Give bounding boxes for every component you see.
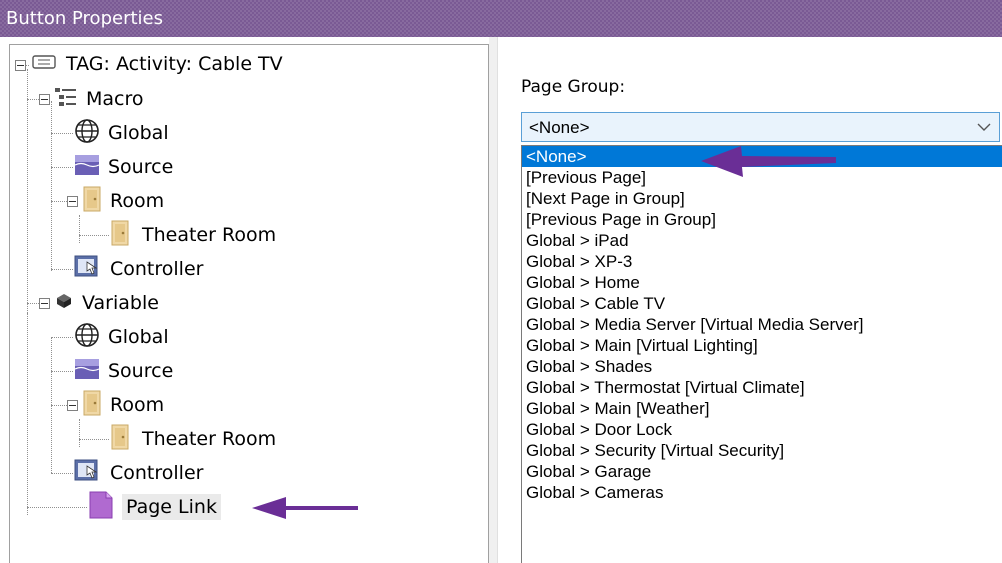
tree-node-label: Global	[108, 122, 169, 144]
tree-node-controller-2[interactable]: Controller	[74, 458, 203, 488]
collapse-toggle-room-2[interactable]	[67, 400, 78, 411]
room-door-icon	[82, 390, 102, 421]
tree-node-global[interactable]: Global	[74, 118, 169, 148]
tree-node-theater-room-2[interactable]: Theater Room	[110, 424, 276, 454]
tree-node-label: Controller	[110, 258, 204, 280]
tree-node-theater-room[interactable]: Theater Room	[110, 220, 276, 250]
window-title: Button Properties	[6, 8, 163, 29]
tree-node-label: Page Link	[122, 494, 221, 520]
room-door-icon	[110, 424, 130, 455]
window-titlebar: Button Properties	[0, 0, 1002, 37]
globe-icon	[74, 118, 100, 149]
tree-node-label: Macro	[86, 88, 144, 110]
tree-node-room[interactable]: Room	[82, 186, 164, 216]
tree-node-source-2[interactable]: Source	[74, 356, 173, 386]
tree-node-variable[interactable]: Variable	[54, 288, 159, 318]
controller-touch-icon	[74, 254, 102, 285]
annotation-arrow-icon	[701, 146, 836, 177]
dropdown-option[interactable]: Global > iPad	[522, 230, 1002, 251]
dropdown-option[interactable]: Global > Shades	[522, 356, 1002, 377]
properties-pane: Page Group: <None> <None> [Previous Page…	[497, 37, 1002, 563]
dropdown-option[interactable]: Global > Media Server [Virtual Media Ser…	[522, 314, 1002, 335]
tree-node-label: Source	[108, 156, 174, 178]
dropdown-option[interactable]: Global > Main [Weather]	[522, 398, 1002, 419]
dropdown-option[interactable]: Global > Garage	[522, 461, 1002, 482]
macro-list-icon	[54, 85, 78, 114]
dropdown-option[interactable]: Global > Security [Virtual Security]	[522, 440, 1002, 461]
globe-icon	[74, 322, 100, 353]
tree-node-controller[interactable]: Controller	[74, 254, 203, 284]
tree-node-label: Theater Room	[142, 428, 277, 450]
collapse-toggle-variable[interactable]	[39, 298, 50, 309]
tree-node-label: Room	[110, 394, 165, 416]
page-group-select[interactable]: <None>	[521, 112, 1000, 142]
page-link-icon	[88, 491, 114, 524]
chevron-down-icon[interactable]	[977, 116, 991, 143]
source-icon	[74, 357, 100, 386]
tree-node-macro[interactable]: Macro	[54, 84, 144, 114]
collapse-toggle-tag[interactable]	[15, 60, 26, 71]
tag-icon	[30, 52, 58, 77]
controller-touch-icon	[74, 458, 102, 489]
tree-node-label: Theater Room	[142, 224, 277, 246]
tree-pane: TAG: Activity: Cable TV Macro Global Sou…	[9, 44, 489, 563]
tree-node-tag[interactable]: TAG: Activity: Cable TV	[30, 49, 283, 79]
page-group-label: Page Group:	[521, 77, 626, 97]
tree-node-label: TAG: Activity: Cable TV	[66, 53, 283, 75]
variable-icon	[54, 291, 74, 316]
dropdown-option[interactable]: Global > Home	[522, 272, 1002, 293]
page-group-selected-value: <None>	[529, 118, 590, 137]
dropdown-option[interactable]: Global > XP-3	[522, 251, 1002, 272]
tree-node-label: Source	[108, 360, 174, 382]
pane-splitter[interactable]	[489, 37, 497, 563]
tree-node-source[interactable]: Source	[74, 152, 173, 182]
dropdown-option[interactable]: [Next Page in Group]	[522, 188, 1002, 209]
annotation-arrow-icon	[252, 497, 358, 519]
tree-node-label: Controller	[110, 462, 204, 484]
tree-node-label: Room	[110, 190, 165, 212]
collapse-toggle-macro[interactable]	[39, 94, 50, 105]
dropdown-option[interactable]: Global > Thermostat [Virtual Climate]	[522, 377, 1002, 398]
page-group-dropdown-list[interactable]: <None> [Previous Page] [Next Page in Gro…	[521, 145, 1002, 563]
dropdown-option[interactable]: Global > Main [Virtual Lighting]	[522, 335, 1002, 356]
dropdown-option[interactable]: [Previous Page in Group]	[522, 209, 1002, 230]
tree-node-global-2[interactable]: Global	[74, 322, 169, 352]
tree-node-room-2[interactable]: Room	[82, 390, 164, 420]
dropdown-option[interactable]: Global > Cable TV	[522, 293, 1002, 314]
collapse-toggle-room[interactable]	[67, 196, 78, 207]
tree-node-label: Variable	[82, 292, 159, 314]
room-door-icon	[82, 186, 102, 217]
source-icon	[74, 153, 100, 182]
tree-node-page-link[interactable]: Page Link	[88, 491, 221, 524]
dropdown-option[interactable]: Global > Cameras	[522, 482, 1002, 503]
room-door-icon	[110, 220, 130, 251]
tree-node-label: Global	[108, 326, 169, 348]
dropdown-option[interactable]: Global > Door Lock	[522, 419, 1002, 440]
